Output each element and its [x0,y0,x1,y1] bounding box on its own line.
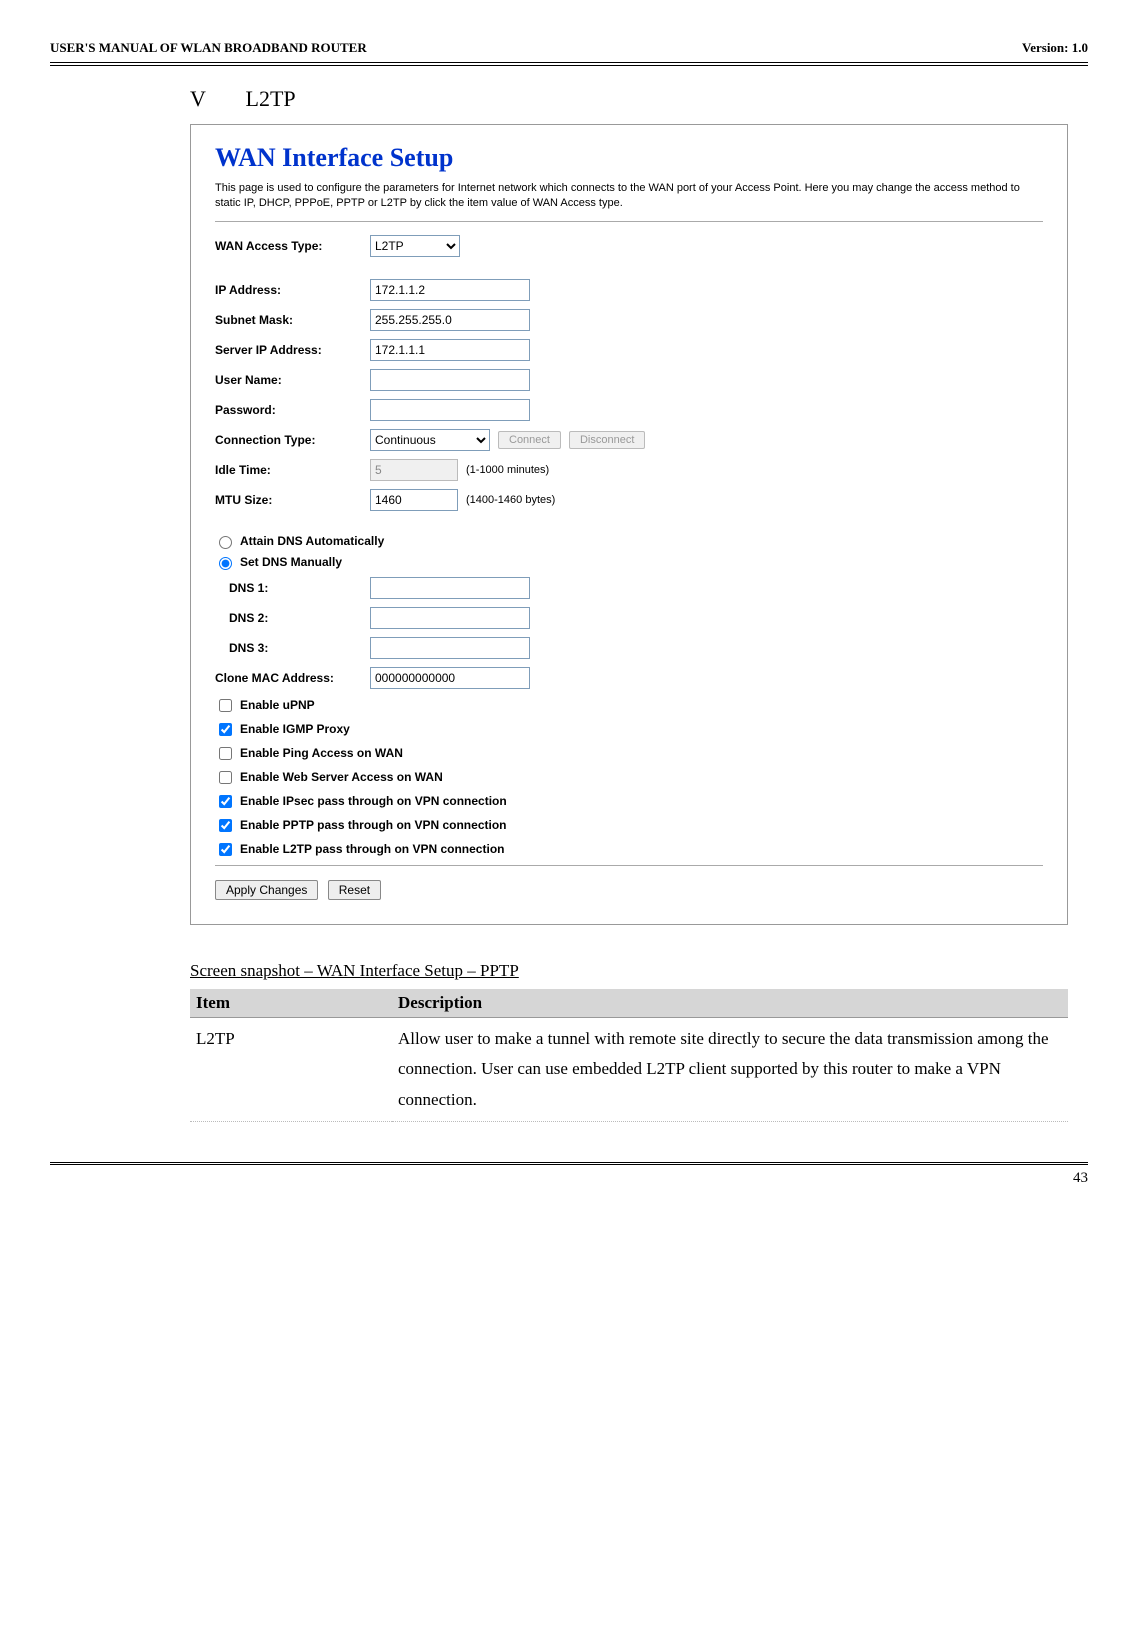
table-row: L2TP Allow user to make a tunnel with re… [190,1017,1068,1122]
password-label: Password: [215,403,370,417]
connection-type-select[interactable]: Continuous [370,429,490,451]
pptp-label: Enable PPTP pass through on VPN connecti… [240,818,506,832]
table-cell-desc: Allow user to make a tunnel with remote … [392,1017,1068,1122]
setup-description: This page is used to configure the param… [215,181,1043,211]
pptp-checkbox[interactable] [219,819,232,832]
password-input[interactable] [370,399,530,421]
section-title: V L2TP [190,86,1068,112]
idle-time-input[interactable] [370,459,458,481]
l2tp-label: Enable L2TP pass through on VPN connecti… [240,842,504,856]
connect-button[interactable]: Connect [498,431,561,449]
page-footer: 43 [50,1162,1088,1187]
mtu-label: MTU Size: [215,493,370,507]
ip-address-label: IP Address: [215,283,370,297]
l2tp-checkbox[interactable] [219,843,232,856]
setup-title: WAN Interface Setup [215,143,1043,173]
header-left: USER'S MANUAL OF WLAN BROADBAND ROUTER [50,40,367,56]
reset-button[interactable]: Reset [328,880,381,900]
header-right: Version: 1.0 [1022,40,1088,56]
upnp-label: Enable uPNP [240,698,315,712]
idle-time-label: Idle Time: [215,463,370,477]
wan-access-type-label: WAN Access Type: [215,239,370,253]
dns1-label: DNS 1: [215,581,370,595]
ping-checkbox[interactable] [219,747,232,760]
subnet-mask-input[interactable] [370,309,530,331]
server-ip-label: Server IP Address: [215,343,370,357]
divider [215,221,1043,222]
upnp-checkbox[interactable] [219,699,232,712]
dns1-input[interactable] [370,577,530,599]
page-header: USER'S MANUAL OF WLAN BROADBAND ROUTER V… [50,40,1088,66]
section-roman: V [190,86,240,112]
user-name-input[interactable] [370,369,530,391]
page-number: 43 [1073,1170,1088,1186]
section-name: L2TP [246,86,296,111]
dns-manual-radio[interactable] [219,557,232,570]
ip-address-input[interactable] [370,279,530,301]
igmp-label: Enable IGMP Proxy [240,722,350,736]
clone-mac-input[interactable] [370,667,530,689]
igmp-checkbox[interactable] [219,723,232,736]
connection-type-label: Connection Type: [215,433,370,447]
dns3-input[interactable] [370,637,530,659]
subnet-mask-label: Subnet Mask: [215,313,370,327]
wan-setup-screenshot: WAN Interface Setup This page is used to… [190,124,1068,925]
apply-changes-button[interactable]: Apply Changes [215,880,318,900]
disconnect-button[interactable]: Disconnect [569,431,645,449]
ping-label: Enable Ping Access on WAN [240,746,403,760]
table-cell-item: L2TP [190,1017,392,1122]
dns3-label: DNS 3: [215,641,370,655]
table-header-item: Item [190,989,392,1018]
wan-access-type-select[interactable]: L2TP [370,235,460,257]
mtu-hint: (1400-1460 bytes) [466,494,555,506]
user-name-label: User Name: [215,373,370,387]
dns-manual-label: Set DNS Manually [240,555,342,569]
dns-auto-radio[interactable] [219,536,232,549]
divider [215,865,1043,866]
web-checkbox[interactable] [219,771,232,784]
description-table: Item Description L2TP Allow user to make… [190,989,1068,1123]
mtu-input[interactable] [370,489,458,511]
dns-auto-label: Attain DNS Automatically [240,534,384,548]
table-header-desc: Description [392,989,1068,1018]
screenshot-caption: Screen snapshot – WAN Interface Setup – … [190,961,1068,981]
dns2-input[interactable] [370,607,530,629]
clone-mac-label: Clone MAC Address: [215,671,370,685]
ipsec-label: Enable IPsec pass through on VPN connect… [240,794,507,808]
web-label: Enable Web Server Access on WAN [240,770,443,784]
ipsec-checkbox[interactable] [219,795,232,808]
idle-time-hint: (1-1000 minutes) [466,464,549,476]
dns2-label: DNS 2: [215,611,370,625]
server-ip-input[interactable] [370,339,530,361]
